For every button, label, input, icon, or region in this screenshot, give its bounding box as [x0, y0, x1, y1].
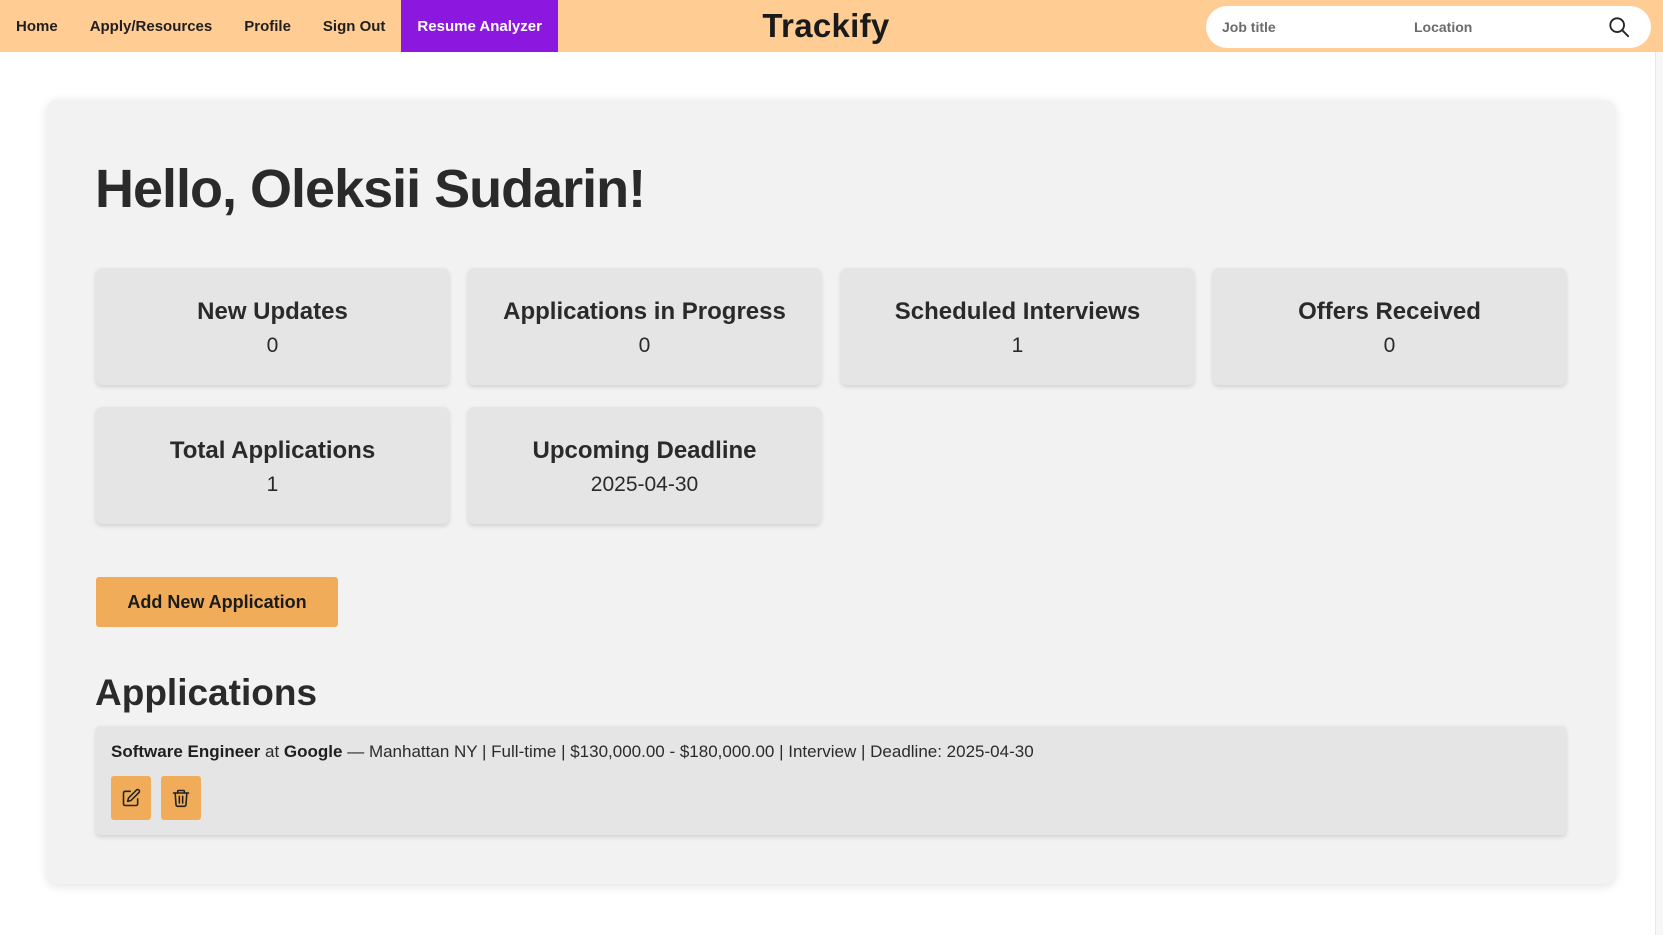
dashboard-panel: Hello, Oleksii Sudarin! New Updates 0 Ap… — [47, 100, 1615, 884]
edit-application-button[interactable] — [111, 776, 151, 820]
stat-value: 1 — [266, 473, 279, 496]
application-item: Software Engineer at Google — Manhattan … — [96, 726, 1566, 835]
stat-card-applications-in-progress: Applications in Progress 0 — [468, 268, 821, 385]
stat-value: 0 — [1383, 334, 1396, 357]
stat-title: Total Applications — [169, 437, 376, 464]
application-summary: Software Engineer at Google — Manhattan … — [111, 742, 1034, 762]
nav-home[interactable]: Home — [0, 0, 74, 52]
search-button[interactable] — [1606, 14, 1632, 40]
stat-card-offers-received: Offers Received 0 — [1213, 268, 1566, 385]
delete-application-button[interactable] — [161, 776, 201, 820]
applications-heading: Applications — [95, 672, 318, 713]
stat-title: Scheduled Interviews — [894, 298, 1141, 325]
job-title-input[interactable] — [1222, 8, 1392, 46]
stat-value: 1 — [1011, 334, 1024, 357]
search-icon — [1609, 17, 1630, 38]
stat-value: 2025-04-30 — [590, 473, 699, 496]
trash-icon — [172, 789, 190, 808]
stat-card-new-updates: New Updates 0 — [96, 268, 449, 385]
stat-title: Applications in Progress — [503, 298, 786, 325]
page-scrollbar[interactable] — [1655, 52, 1663, 935]
top-navbar: Home Apply/Resources Profile Sign Out Re… — [0, 0, 1663, 52]
edit-icon — [122, 788, 141, 807]
brand-logo[interactable]: Trackify — [680, 0, 972, 52]
nav-apply-resources[interactable]: Apply/Resources — [74, 0, 229, 52]
stat-card-upcoming-deadline: Upcoming Deadline 2025-04-30 — [468, 407, 821, 524]
add-new-application-button[interactable]: Add New Application — [96, 577, 338, 627]
stat-value: 0 — [638, 334, 651, 357]
nav-profile[interactable]: Profile — [228, 0, 307, 52]
stat-title: Upcoming Deadline — [532, 437, 757, 464]
stat-title: New Updates — [197, 298, 348, 325]
stat-title: Offers Received — [1298, 298, 1481, 325]
stat-card-scheduled-interviews: Scheduled Interviews 1 — [841, 268, 1194, 385]
nav-resume-analyzer[interactable]: Resume Analyzer — [401, 0, 558, 52]
application-at-label: at — [265, 742, 280, 761]
application-job-title: Software Engineer — [111, 742, 261, 761]
main-nav: Home Apply/Resources Profile Sign Out Re… — [0, 0, 558, 52]
greeting-heading: Hello, Oleksii Sudarin! — [95, 159, 646, 219]
location-input[interactable] — [1414, 8, 1584, 46]
stat-value: 0 — [266, 334, 279, 357]
nav-sign-out[interactable]: Sign Out — [307, 0, 402, 52]
stat-card-total-applications: Total Applications 1 — [96, 407, 449, 524]
application-details: — Manhattan NY | Full-time | $130,000.00… — [347, 742, 1034, 761]
application-company: Google — [283, 742, 343, 761]
job-search-bar — [1206, 6, 1651, 48]
